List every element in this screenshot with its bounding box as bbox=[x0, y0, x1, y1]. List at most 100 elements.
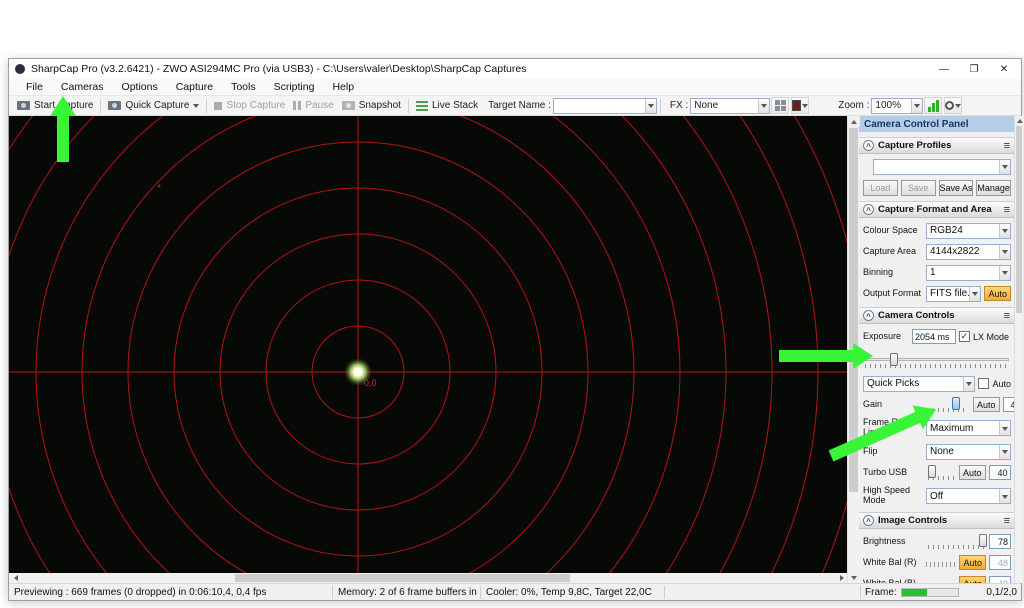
panel-scroll-thumb[interactable] bbox=[1016, 126, 1022, 313]
capture-area-select[interactable]: 4144x2822 bbox=[926, 243, 1011, 260]
gain-value-field[interactable]: 430 bbox=[1002, 397, 1014, 412]
scroll-left-icon[interactable] bbox=[9, 573, 19, 583]
high-speed-mode-select[interactable]: Off bbox=[926, 488, 1011, 504]
colour-picker-button[interactable] bbox=[944, 97, 963, 114]
collapse-icon[interactable] bbox=[863, 140, 874, 151]
section-capture-profiles[interactable]: Capture Profiles bbox=[859, 137, 1014, 154]
white-bal-r-slider[interactable] bbox=[926, 562, 957, 567]
start-capture-button[interactable]: Start Capture bbox=[13, 97, 97, 115]
brightness-value-field[interactable]: 78 bbox=[989, 534, 1011, 549]
turbo-usb-slider-thumb[interactable] bbox=[928, 465, 937, 478]
horizontal-scrollbar[interactable] bbox=[9, 573, 847, 583]
quick-picks-select[interactable]: Quick Picks bbox=[863, 375, 976, 392]
white-bal-b-auto-button[interactable]: Auto bbox=[959, 576, 986, 583]
output-format-select[interactable]: FITS file... bbox=[926, 285, 982, 302]
scroll-up-icon[interactable] bbox=[1015, 116, 1024, 125]
image-viewport[interactable]: 0,0 bbox=[9, 116, 847, 583]
stop-capture-button[interactable]: Stop Capture bbox=[210, 97, 289, 115]
output-format-value: FITS file... bbox=[930, 288, 970, 299]
binning-select[interactable]: 1 bbox=[926, 264, 1011, 281]
save-as-profile-button[interactable]: Save As bbox=[938, 179, 974, 196]
snapshot-button[interactable]: Snapshot bbox=[338, 97, 405, 115]
save-profile-button[interactable]: Save bbox=[900, 179, 936, 196]
brightness-slider-thumb[interactable] bbox=[978, 534, 987, 547]
chevron-down-icon[interactable] bbox=[999, 489, 1010, 503]
quick-capture-button[interactable]: Quick Capture bbox=[104, 97, 203, 115]
pause-button[interactable]: Pause bbox=[289, 97, 337, 115]
output-format-auto-button[interactable]: Auto bbox=[984, 286, 1011, 301]
brightness-slider[interactable] bbox=[926, 533, 987, 550]
camera-icon bbox=[17, 101, 30, 110]
menu-tools[interactable]: Tools bbox=[222, 81, 265, 93]
gain-auto-button[interactable]: Auto bbox=[973, 397, 1000, 412]
menu-options[interactable]: Options bbox=[113, 81, 167, 93]
chevron-down-icon[interactable] bbox=[758, 98, 770, 113]
target-name-input[interactable] bbox=[552, 97, 657, 114]
exposure-auto-checkbox[interactable] bbox=[978, 378, 990, 389]
collapse-icon[interactable] bbox=[863, 310, 874, 321]
zoom-select[interactable]: 100% bbox=[871, 97, 924, 114]
chevron-down-icon[interactable] bbox=[999, 159, 1010, 174]
menu-scripting[interactable]: Scripting bbox=[265, 81, 324, 93]
chevron-down-icon[interactable] bbox=[969, 286, 981, 301]
white-bal-r-auto-button[interactable]: Auto bbox=[959, 555, 986, 570]
exposure-value-field[interactable]: 2054 ms bbox=[912, 329, 956, 344]
status-cooler: Cooler: 0%, Temp 9,8C, Target 22,0C bbox=[481, 585, 665, 599]
profile-select[interactable] bbox=[873, 158, 1011, 175]
section-capture-format[interactable]: Capture Format and Area bbox=[859, 201, 1014, 218]
chevron-down-icon[interactable] bbox=[999, 444, 1010, 459]
gain-slider[interactable] bbox=[926, 396, 970, 413]
white-bal-r-value-field[interactable]: 48 bbox=[989, 555, 1011, 570]
collapse-icon[interactable] bbox=[863, 515, 874, 526]
close-button[interactable]: ✕ bbox=[989, 64, 1019, 75]
reticle-colour-button[interactable] bbox=[791, 97, 810, 114]
colour-space-select[interactable]: RGB24 bbox=[926, 222, 1011, 239]
chevron-down-icon[interactable] bbox=[999, 421, 1010, 435]
chevron-down-icon[interactable] bbox=[999, 265, 1010, 280]
scroll-down-icon[interactable] bbox=[848, 573, 860, 583]
section-menu-icon[interactable] bbox=[1004, 515, 1010, 527]
turbo-usb-value-field[interactable]: 40 bbox=[988, 465, 1011, 480]
vertical-scrollbar[interactable] bbox=[847, 116, 860, 583]
collapse-icon[interactable] bbox=[863, 204, 874, 215]
menu-file[interactable]: File bbox=[17, 81, 52, 93]
turbo-usb-slider[interactable] bbox=[926, 464, 956, 481]
chevron-down-icon[interactable] bbox=[999, 223, 1010, 238]
panel-scrollbar[interactable] bbox=[1014, 116, 1024, 583]
section-camera-controls[interactable]: Camera Controls bbox=[859, 307, 1014, 324]
section-menu-icon[interactable] bbox=[1004, 310, 1010, 322]
chevron-down-icon[interactable] bbox=[999, 244, 1010, 259]
scroll-right-icon[interactable] bbox=[837, 573, 847, 583]
preview-image[interactable]: 0,0 bbox=[9, 116, 847, 573]
horizontal-scroll-thumb[interactable] bbox=[235, 574, 571, 582]
chevron-down-icon[interactable] bbox=[911, 98, 923, 113]
histogram-button[interactable] bbox=[924, 97, 943, 114]
minimize-button[interactable]: — bbox=[929, 64, 959, 75]
chevron-down-icon[interactable] bbox=[963, 376, 975, 391]
grid-overlay-button[interactable] bbox=[771, 97, 790, 114]
chevron-down-icon[interactable] bbox=[644, 98, 656, 113]
exposure-slider-thumb[interactable] bbox=[889, 352, 898, 366]
exposure-slider[interactable] bbox=[863, 352, 1011, 369]
frame-rate-limit-select[interactable]: Maximum bbox=[926, 420, 1011, 436]
stop-icon bbox=[214, 101, 223, 110]
scroll-up-icon[interactable] bbox=[848, 116, 860, 126]
menu-capture[interactable]: Capture bbox=[167, 81, 222, 93]
flip-select[interactable]: None bbox=[926, 443, 1011, 460]
live-stack-button[interactable]: Live Stack bbox=[412, 97, 482, 115]
load-profile-button[interactable]: Load bbox=[863, 179, 898, 196]
maximize-button[interactable]: ❐ bbox=[959, 64, 989, 75]
section-image-controls[interactable]: Image Controls bbox=[859, 512, 1014, 529]
fx-select[interactable]: None bbox=[690, 97, 771, 114]
gain-slider-thumb[interactable] bbox=[951, 397, 960, 410]
vertical-scroll-thumb[interactable] bbox=[849, 128, 858, 493]
menu-help[interactable]: Help bbox=[323, 81, 363, 93]
white-bal-b-value-field[interactable]: 48 bbox=[989, 576, 1011, 583]
lx-mode-checkbox[interactable] bbox=[959, 331, 970, 342]
manage-profiles-button[interactable]: Manage bbox=[976, 179, 1011, 196]
zoom-value: 100% bbox=[875, 100, 901, 111]
section-menu-icon[interactable] bbox=[1004, 204, 1010, 216]
turbo-usb-auto-button[interactable]: Auto bbox=[959, 465, 986, 480]
menu-cameras[interactable]: Cameras bbox=[52, 81, 113, 93]
section-menu-icon[interactable] bbox=[1004, 140, 1010, 152]
